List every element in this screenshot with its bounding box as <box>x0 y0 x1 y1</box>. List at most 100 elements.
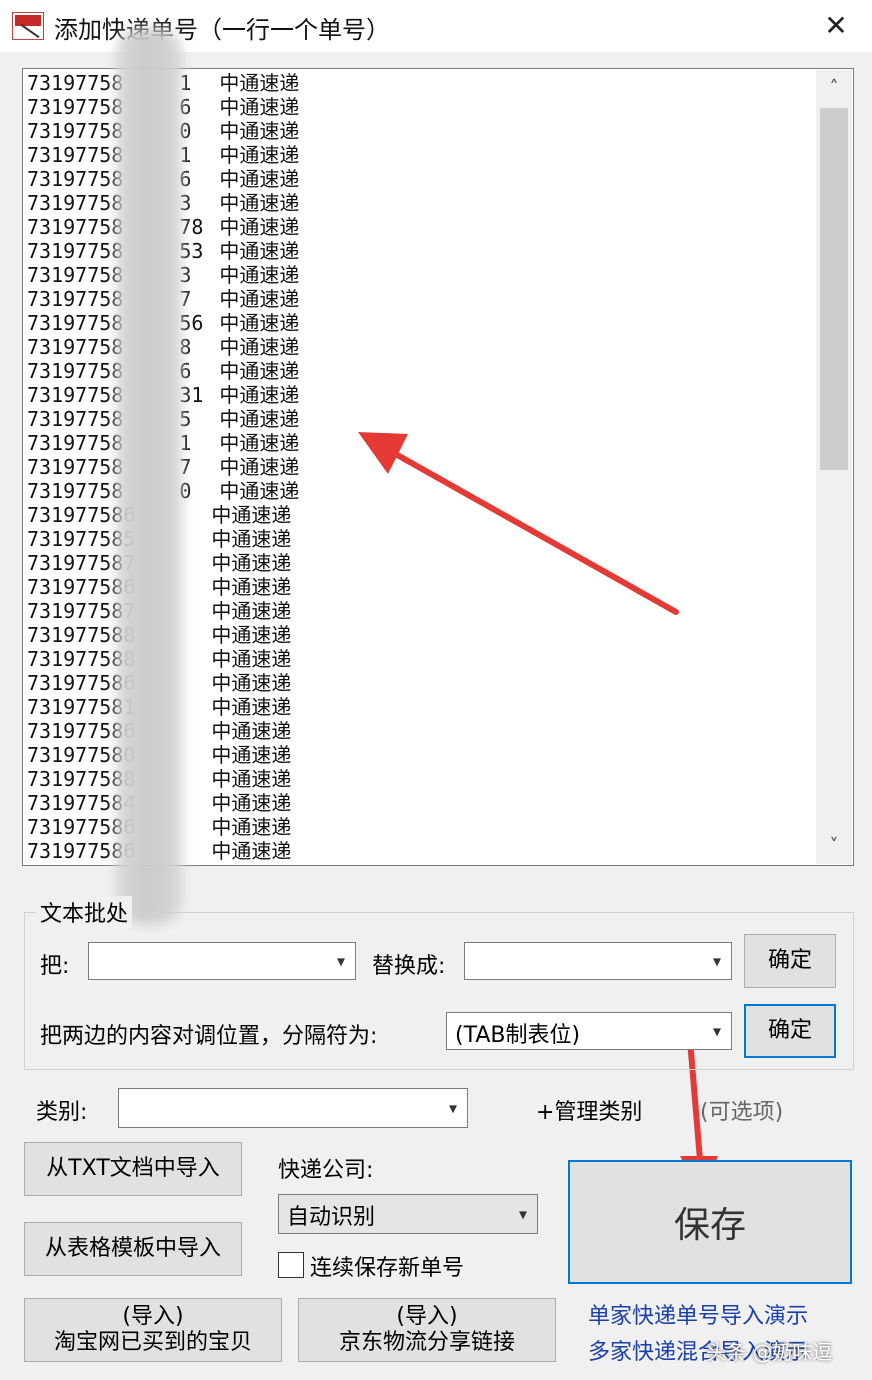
category-label: 类别: <box>36 1100 88 1125</box>
tracking-number-tail: 7 <box>179 287 192 311</box>
tracking-number: 73197758 <box>27 119 124 143</box>
tracking-number: 73197758 <box>27 287 124 311</box>
tracking-number: 73197758 <box>27 407 124 431</box>
courier-combo[interactable]: 自动识别 ▾ <box>278 1194 538 1234</box>
carrier-name: 中通速递 <box>219 239 300 263</box>
tracking-number: 73197758 <box>27 335 124 359</box>
import-taobao-button[interactable]: (导入) 淘宝网已买到的宝贝 <box>24 1298 282 1362</box>
vertical-scrollbar[interactable]: ˄ ˅ <box>816 70 852 864</box>
chevron-down-icon[interactable]: ▾ <box>713 952 721 971</box>
chevron-down-icon[interactable]: ▾ <box>713 1022 721 1041</box>
tracking-number-tail: 6 <box>179 359 192 383</box>
tracking-number-tail: 7 <box>179 455 192 479</box>
tracking-number: 73197758 <box>27 71 124 95</box>
carrier-name: 中通速递 <box>219 311 300 335</box>
tracking-number: 73197758 <box>27 431 124 455</box>
close-icon[interactable]: ✕ <box>816 6 856 46</box>
carrier-name: 中通速递 <box>219 263 300 287</box>
tracking-number-tail: 78 <box>179 215 204 239</box>
carrier-name: 中通速递 <box>211 551 292 575</box>
separator-value: (TAB制表位) <box>455 1023 581 1048</box>
carrier-name: 中通速递 <box>219 431 300 455</box>
tracking-number-tail: 8 <box>179 335 192 359</box>
carrier-name: 中通速递 <box>211 503 292 527</box>
carrier-name: 中通速递 <box>219 95 300 119</box>
continuous-save-label[interactable]: 连续保存新单号 <box>310 1250 464 1282</box>
import-taobao-line2: 淘宝网已买到的宝贝 <box>53 1330 252 1355</box>
scroll-up-icon[interactable]: ˄ <box>816 70 852 106</box>
scroll-down-icon[interactable]: ˅ <box>816 828 852 864</box>
continuous-save-checkbox[interactable] <box>278 1252 304 1278</box>
import-jd-button[interactable]: (导入) 京东物流分享链接 <box>298 1298 556 1362</box>
tracking-number-tail: 1 <box>179 431 192 455</box>
carrier-name: 中通速递 <box>219 383 300 407</box>
tracking-number: 73197758 <box>27 143 124 167</box>
carrier-name: 中通速递 <box>219 455 300 479</box>
carrier-name: 中通速递 <box>211 839 292 863</box>
carrier-name: 中通速递 <box>211 791 292 815</box>
tracking-number: 73197758 <box>27 359 124 383</box>
carrier-name: 中通速递 <box>211 695 292 719</box>
tracking-number: 73197758 <box>27 239 124 263</box>
tracking-number-tail: 56 <box>179 311 204 335</box>
replace-from-label: 把: <box>40 954 70 979</box>
carrier-name: 中通速递 <box>211 815 292 839</box>
carrier-name: 中通速递 <box>211 743 292 767</box>
carrier-name: 中通速递 <box>219 215 300 239</box>
tracking-number: 73197758 <box>27 455 124 479</box>
carrier-name: 中通速递 <box>219 71 300 95</box>
carrier-name: 中通速递 <box>219 167 300 191</box>
import-txt-button[interactable]: 从TXT文档中导入 <box>24 1142 242 1196</box>
swap-confirm-button[interactable]: 确定 <box>744 1004 836 1058</box>
carrier-name: 中通速递 <box>211 647 292 671</box>
tracking-number: 73197758 <box>27 191 124 215</box>
scroll-thumb[interactable] <box>820 108 848 470</box>
carrier-name: 中通速递 <box>219 287 300 311</box>
tracking-number: 73197758 <box>27 479 124 503</box>
single-demo-link[interactable]: 单家快递单号导入演示 <box>588 1298 808 1330</box>
carrier-name: 中通速递 <box>211 671 292 695</box>
chevron-down-icon[interactable]: ▾ <box>519 1205 527 1224</box>
replace-from-combo[interactable]: ▾ <box>88 942 356 980</box>
tracking-number-tail: 6 <box>179 167 192 191</box>
tracking-number: 73197758 <box>27 311 124 335</box>
tracking-number-tail: 3 <box>179 263 192 287</box>
tracking-number-tail: 5 <box>179 407 192 431</box>
carrier-name: 中通速递 <box>211 719 292 743</box>
tracking-number-tail: 53 <box>179 239 204 263</box>
import-taobao-line1: (导入) <box>122 1304 184 1329</box>
carrier-name: 中通速递 <box>211 623 292 647</box>
carrier-name: 中通速递 <box>211 767 292 791</box>
import-jd-line2: 京东物流分享链接 <box>338 1330 515 1355</box>
tracking-number: 73197758 <box>27 383 124 407</box>
replace-to-label: 替换成: <box>372 954 446 979</box>
privacy-blur <box>116 28 182 924</box>
tracking-number: 73197758 <box>27 263 124 287</box>
carrier-name: 中通速递 <box>219 143 300 167</box>
tracking-number: 73197758 <box>27 95 124 119</box>
tracking-number: 73197758 <box>27 215 124 239</box>
import-jd-line1: (导入) <box>396 1304 458 1329</box>
import-template-button[interactable]: 从表格模板中导入 <box>24 1222 242 1276</box>
watermark: 头条 @奶味逗 <box>706 1340 833 1364</box>
window-title: 添加快递单号（一行一个单号） <box>54 16 390 44</box>
carrier-name: 中通速递 <box>219 335 300 359</box>
carrier-name: 中通速递 <box>219 407 300 431</box>
tracking-number-tail: 0 <box>179 479 192 503</box>
carrier-name: 中通速递 <box>219 359 300 383</box>
chevron-down-icon[interactable]: ▾ <box>449 1099 457 1118</box>
batch-group-title: 文本批处 <box>36 896 133 928</box>
replace-confirm-button[interactable]: 确定 <box>744 934 836 988</box>
courier-value: 自动识别 <box>287 1205 376 1230</box>
save-button[interactable]: 保存 <box>568 1160 852 1284</box>
tracking-number-tail: 31 <box>179 383 204 407</box>
tracking-number-tail: 1 <box>179 71 192 95</box>
manage-category-link[interactable]: +管理类别 <box>536 1094 642 1126</box>
replace-to-combo[interactable]: ▾ <box>464 942 732 980</box>
tracking-number-tail: 0 <box>179 119 192 143</box>
carrier-name: 中通速递 <box>211 599 292 623</box>
chevron-down-icon[interactable]: ▾ <box>337 952 345 971</box>
category-combo[interactable]: ▾ <box>118 1088 468 1128</box>
separator-combo[interactable]: (TAB制表位) ▾ <box>446 1012 732 1050</box>
tracking-number: 73197758 <box>27 167 124 191</box>
